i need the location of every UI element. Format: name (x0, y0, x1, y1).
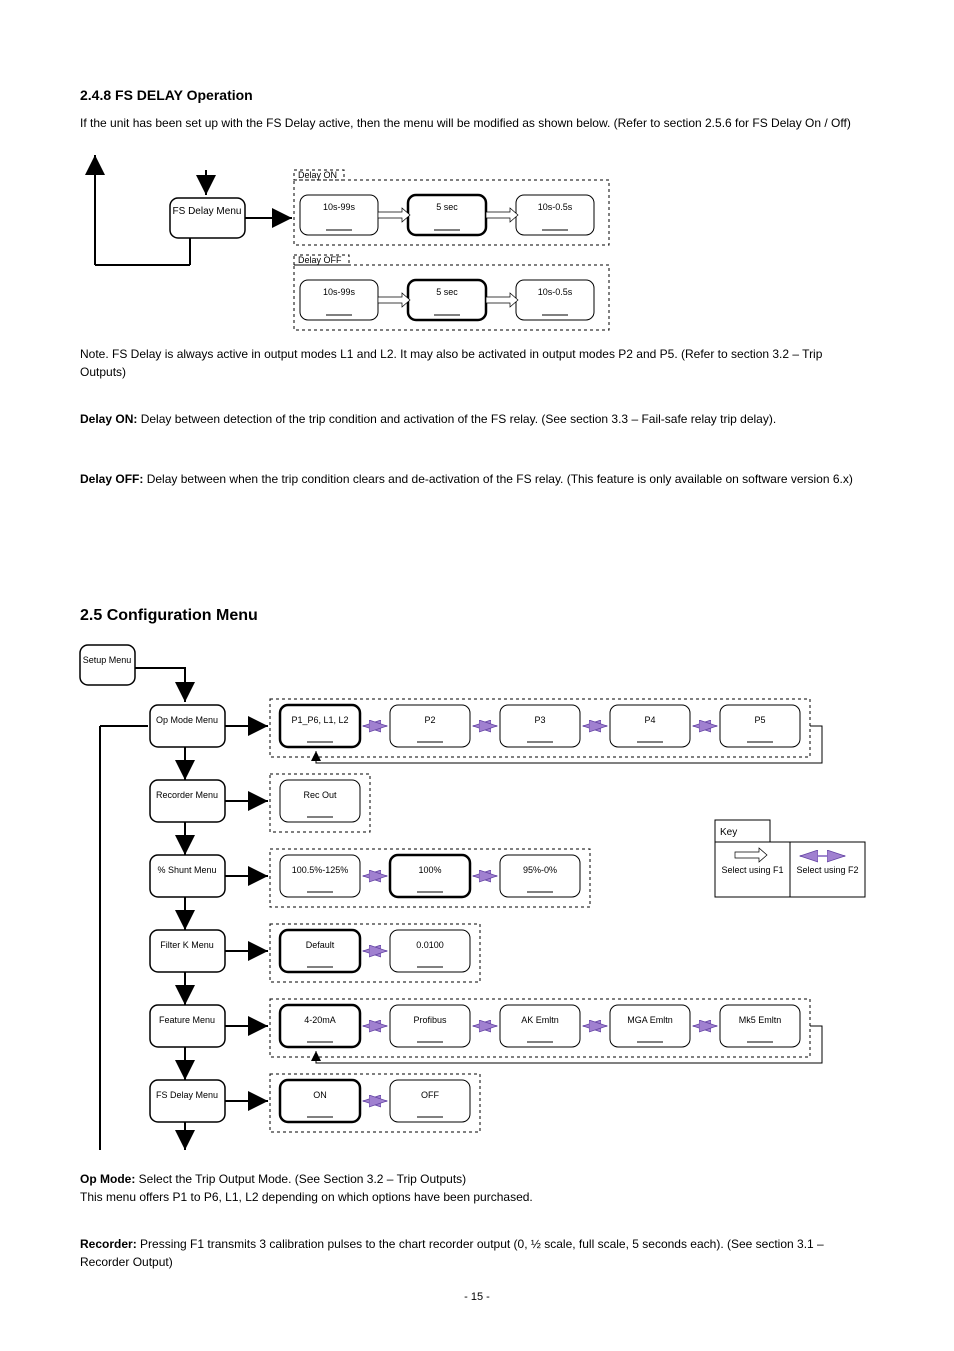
svg-text:Profibus: Profibus (413, 1015, 447, 1025)
svg-text:Op Mode Menu: Op Mode Menu (156, 715, 218, 725)
svg-text:100%: 100% (418, 865, 441, 875)
svg-text:Recorder Menu: Recorder Menu (156, 790, 218, 800)
svg-text:10s-99s: 10s-99s (323, 287, 356, 297)
svg-text:P2: P2 (424, 715, 435, 725)
svg-text:10s-0.5s: 10s-0.5s (538, 202, 573, 212)
svg-text:Mk5 Emltn: Mk5 Emltn (739, 1015, 782, 1025)
delayoff-opt1 (300, 280, 378, 320)
svg-text:Delay OFF: Delay OFF (298, 255, 342, 265)
svg-text:Key: Key (720, 827, 737, 838)
svg-text:5 sec: 5 sec (436, 287, 458, 297)
delayon-opt2 (408, 195, 486, 235)
svg-text:Delay ON: Delay ON (298, 170, 337, 180)
svg-text:P1_P6, L1, L2: P1_P6, L1, L2 (291, 715, 348, 725)
delayoff-opt2 (408, 280, 486, 320)
svg-text:Feature Menu: Feature Menu (159, 1015, 215, 1025)
section1-intro: If the unit has been set up with the FS … (80, 115, 870, 132)
svg-text:95%-0%: 95%-0% (523, 865, 557, 875)
svg-text:% Shunt Menu: % Shunt Menu (157, 865, 216, 875)
svg-text:4-20mA: 4-20mA (304, 1015, 336, 1025)
svg-text:Rec Out: Rec Out (303, 790, 337, 800)
svg-text:P4: P4 (644, 715, 655, 725)
fs-delay-menu (170, 198, 245, 238)
svg-text:OFF: OFF (421, 1090, 439, 1100)
delayon-opt3 (516, 195, 594, 235)
delayon-opt1 (300, 195, 378, 235)
delayoff-opt3 (516, 280, 594, 320)
svg-text:ON: ON (313, 1090, 327, 1100)
svg-text:FS Delay Menu: FS Delay Menu (173, 206, 242, 217)
svg-text:AK Emltn: AK Emltn (521, 1015, 559, 1025)
svg-text:Setup Menu: Setup Menu (83, 655, 132, 665)
svg-text:FS Delay Menu: FS Delay Menu (156, 1090, 218, 1100)
svg-text:0.0100: 0.0100 (416, 940, 444, 950)
setup-menu (80, 645, 135, 685)
section2-title: 2.5 Configuration Menu (80, 607, 258, 624)
section1-title: 2.4.8 FS DELAY Operation (80, 87, 253, 103)
section1-note: Note. FS Delay is always active in outpu… (80, 345, 870, 381)
svg-text:MGA Emltn: MGA Emltn (627, 1015, 673, 1025)
svg-text:P3: P3 (534, 715, 545, 725)
svg-text:10s-0.5s: 10s-0.5s (538, 287, 573, 297)
svg-text:Default: Default (306, 940, 335, 950)
svg-text:P5: P5 (754, 715, 765, 725)
page-number: - 15 - (464, 1291, 490, 1303)
svg-text:10s-99s: 10s-99s (323, 202, 356, 212)
svg-text:5 sec: 5 sec (436, 202, 458, 212)
svg-text:Filter K Menu: Filter K Menu (160, 940, 214, 950)
svg-text:100.5%-125%: 100.5%-125% (292, 865, 349, 875)
